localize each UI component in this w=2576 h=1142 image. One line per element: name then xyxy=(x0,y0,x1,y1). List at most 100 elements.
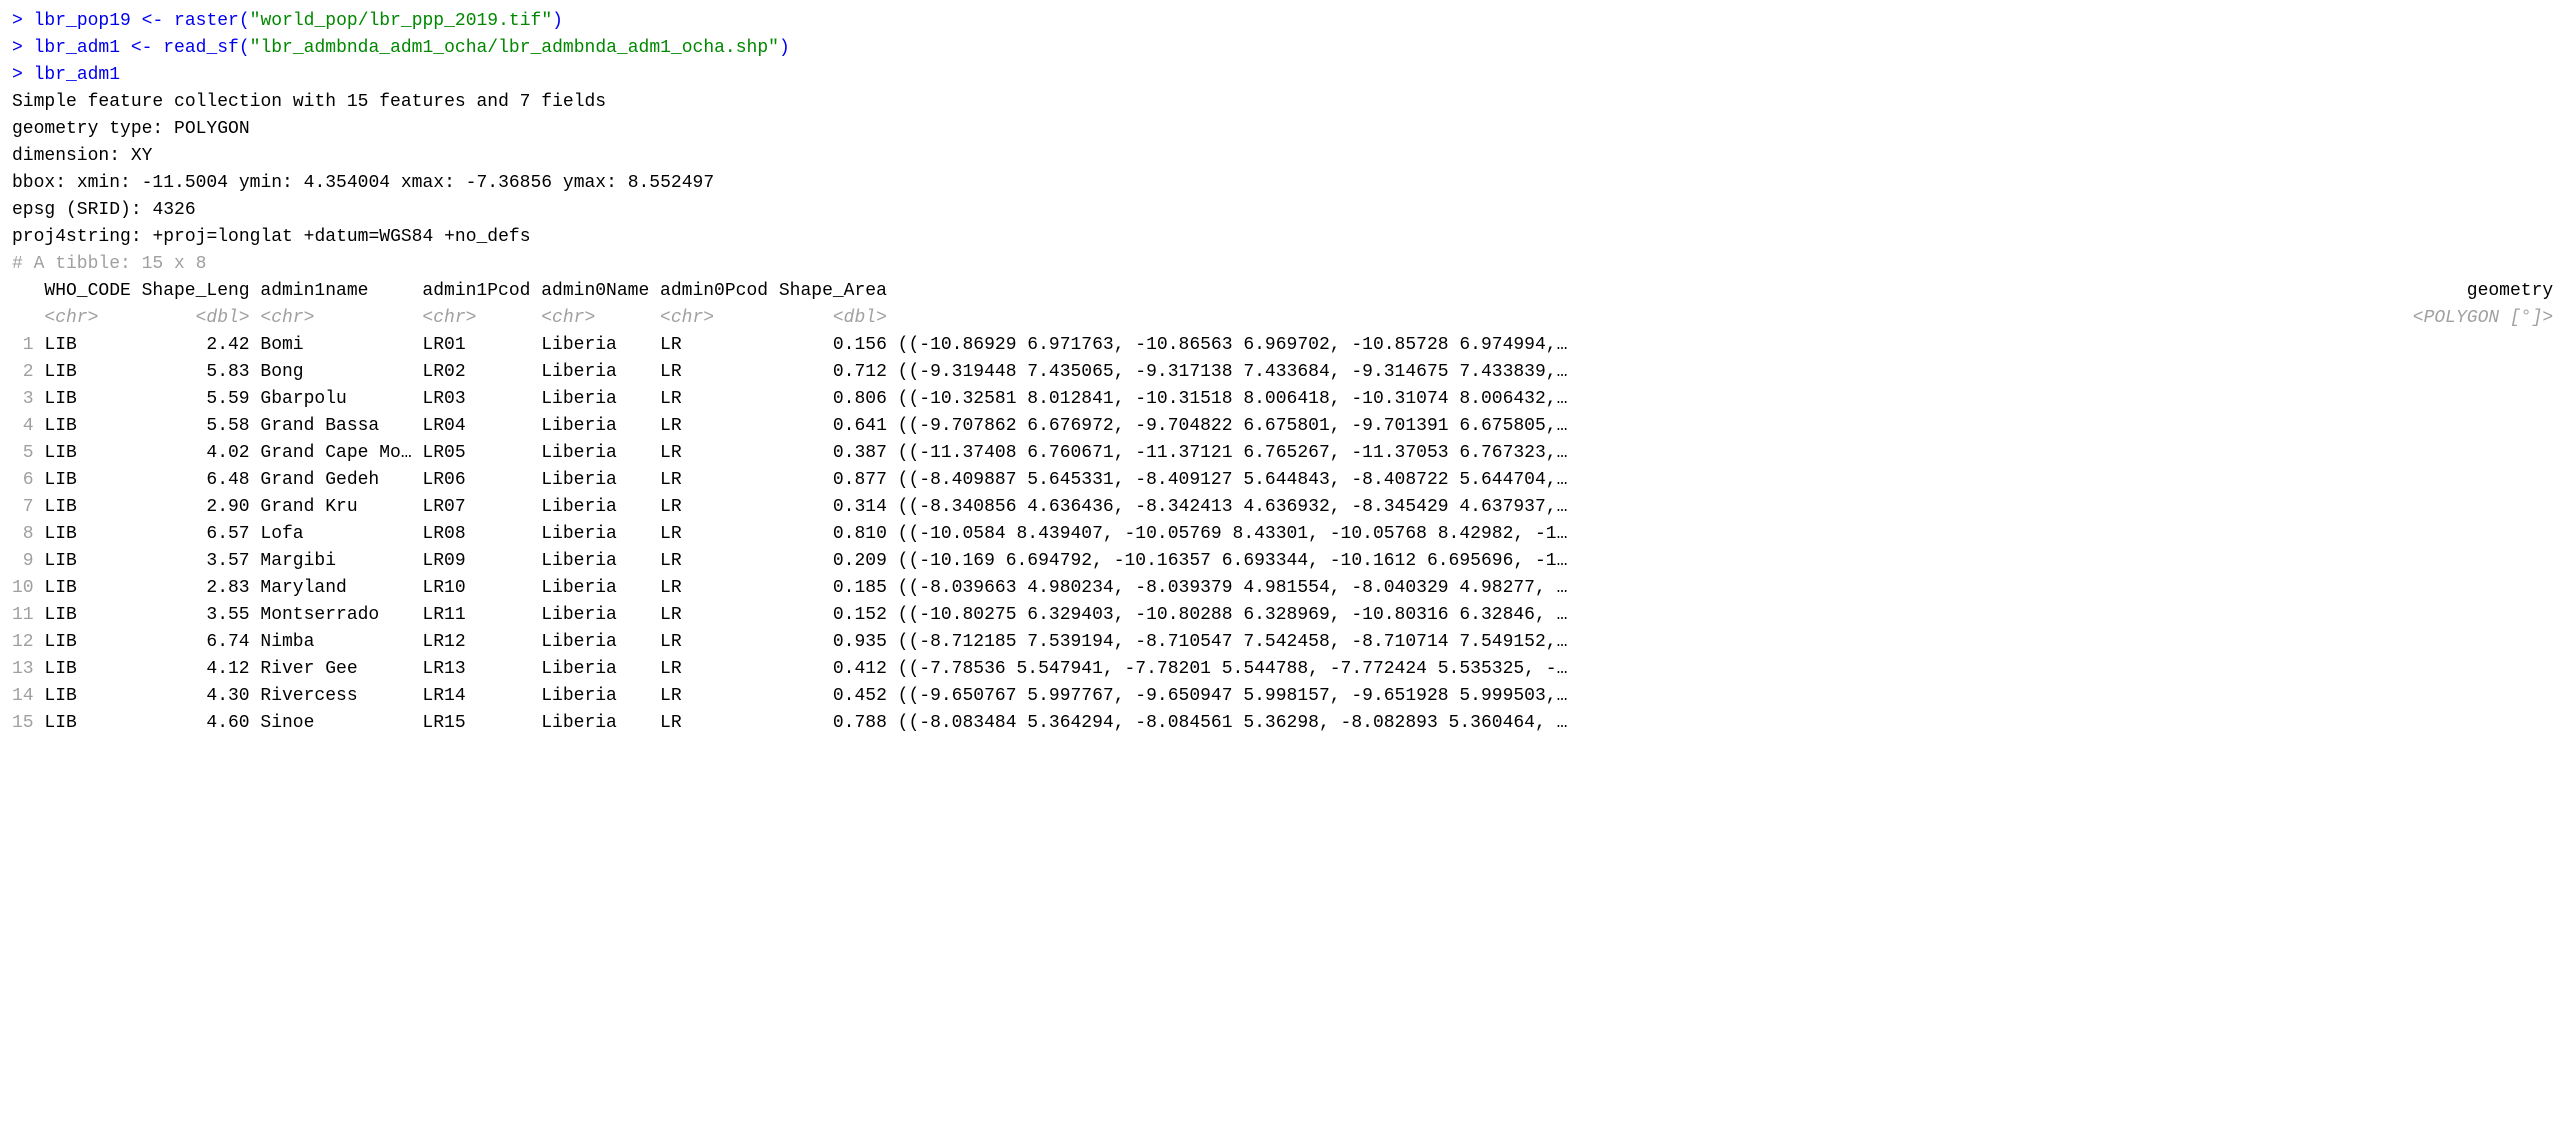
col-header-area: Shape_Area xyxy=(779,278,898,305)
cell-shape-area: 0.209 xyxy=(779,548,898,575)
cell-shape-area: 0.877 xyxy=(779,467,898,494)
console-line-2: > lbr_adm1 <- read_sf("lbr_admbnda_adm1_… xyxy=(12,35,2564,62)
cell-shape-leng: 6.57 xyxy=(142,521,261,548)
col-header-admin0: admin0Name xyxy=(541,278,660,305)
cell-shape-area: 0.156 xyxy=(779,332,898,359)
cell-admin1-name: Nimba xyxy=(260,629,422,656)
table-row: 8LIB6.57LofaLR08LiberiaLR0.810((-10.0584… xyxy=(12,521,2564,548)
cell-admin0-name: Liberia xyxy=(541,710,660,737)
cell-geometry: ((-8.409887 5.645331, -8.409127 5.644843… xyxy=(898,467,2564,494)
cell-admin1-name: Bong xyxy=(260,359,422,386)
cell-shape-area: 0.452 xyxy=(779,683,898,710)
cell-shape-leng: 2.83 xyxy=(142,575,261,602)
table-row: 15LIB4.60SinoeLR15LiberiaLR0.788((-8.083… xyxy=(12,710,2564,737)
row-number-spacer xyxy=(12,278,34,305)
cell-admin1-name: Margibi xyxy=(260,548,422,575)
cell-admin0-name: Liberia xyxy=(541,467,660,494)
cell-admin0-pcod: LR xyxy=(660,359,779,386)
cell-geometry: ((-7.78536 5.547941, -7.78201 5.544788, … xyxy=(898,656,2564,683)
cell-shape-leng: 2.42 xyxy=(142,332,261,359)
cell-who-code: LIB xyxy=(44,413,141,440)
table-row: 6LIB6.48Grand GedehLR06LiberiaLR0.877((-… xyxy=(12,467,2564,494)
cell-who-code: LIB xyxy=(44,548,141,575)
cell-geometry: ((-8.083484 5.364294, -8.084561 5.36298,… xyxy=(898,710,2564,737)
cell-shape-leng: 2.90 xyxy=(142,494,261,521)
prompt-symbol: > xyxy=(12,38,34,58)
tibble-type-row: <chr> <dbl> <chr> <chr> <chr> <chr> <dbl… xyxy=(12,305,2564,332)
row-number: 12 xyxy=(12,629,34,656)
cell-admin0-name: Liberia xyxy=(541,575,660,602)
table-row: 9LIB3.57MargibiLR09LiberiaLR0.209((-10.1… xyxy=(12,548,2564,575)
cell-who-code: LIB xyxy=(44,683,141,710)
table-row: 13LIB4.12River GeeLR13LiberiaLR0.412((-7… xyxy=(12,656,2564,683)
row-number: 10 xyxy=(12,575,34,602)
cell-shape-area: 0.641 xyxy=(779,413,898,440)
cell-who-code: LIB xyxy=(44,494,141,521)
cell-admin0-pcod: LR xyxy=(660,494,779,521)
cell-shape-leng: 6.74 xyxy=(142,629,261,656)
cell-who-code: LIB xyxy=(44,386,141,413)
console-line-3: > lbr_adm1 xyxy=(12,62,2564,89)
cell-admin0-name: Liberia xyxy=(541,440,660,467)
table-row: 4LIB5.58Grand BassaLR04LiberiaLR0.641((-… xyxy=(12,413,2564,440)
r-console-output[interactable]: > lbr_pop19 <- raster("world_pop/lbr_ppp… xyxy=(12,8,2564,737)
cell-admin0-name: Liberia xyxy=(541,656,660,683)
col-type-admin0: <chr> xyxy=(541,305,660,332)
cell-admin1-pcod: LR14 xyxy=(422,683,541,710)
col-type-pcod1: <chr> xyxy=(422,305,541,332)
cell-who-code: LIB xyxy=(44,629,141,656)
cell-who-code: LIB xyxy=(44,656,141,683)
cell-admin1-pcod: LR05 xyxy=(422,440,541,467)
cell-shape-area: 0.314 xyxy=(779,494,898,521)
cell-who-code: LIB xyxy=(44,440,141,467)
row-number: 3 xyxy=(12,386,34,413)
cell-geometry: ((-11.37408 6.760671, -11.37121 6.765267… xyxy=(898,440,2564,467)
cell-admin1-name: Bomi xyxy=(260,332,422,359)
cell-admin0-pcod: LR xyxy=(660,386,779,413)
cell-shape-area: 0.712 xyxy=(779,359,898,386)
cell-shape-area: 0.185 xyxy=(779,575,898,602)
row-number: 15 xyxy=(12,710,34,737)
cell-shape-area: 0.806 xyxy=(779,386,898,413)
cell-admin0-name: Liberia xyxy=(541,602,660,629)
cell-admin0-pcod: LR xyxy=(660,440,779,467)
cell-admin1-pcod: LR10 xyxy=(422,575,541,602)
row-number: 14 xyxy=(12,683,34,710)
cell-admin0-name: Liberia xyxy=(541,683,660,710)
row-number: 8 xyxy=(12,521,34,548)
table-row: 7LIB2.90Grand KruLR07LiberiaLR0.314((-8.… xyxy=(12,494,2564,521)
cell-admin0-name: Liberia xyxy=(541,413,660,440)
cell-admin0-name: Liberia xyxy=(541,332,660,359)
cell-shape-leng: 4.02 xyxy=(142,440,261,467)
cell-geometry: ((-10.0584 8.439407, -10.05769 8.43301, … xyxy=(898,521,2564,548)
col-type-geom: <POLYGON [°]> xyxy=(898,305,2564,332)
col-header-geom: geometry xyxy=(898,278,2564,305)
sf-epsg: epsg (SRID): 4326 xyxy=(12,197,2564,224)
row-number: 6 xyxy=(12,467,34,494)
table-row: 12LIB6.74NimbaLR12LiberiaLR0.935((-8.712… xyxy=(12,629,2564,656)
col-header-leng: Shape_Leng xyxy=(142,278,261,305)
sf-summary-line: Simple feature collection with 15 featur… xyxy=(12,89,2564,116)
cell-admin1-name: Montserrado xyxy=(260,602,422,629)
cell-admin1-pcod: LR11 xyxy=(422,602,541,629)
cell-shape-area: 0.935 xyxy=(779,629,898,656)
cell-who-code: LIB xyxy=(44,521,141,548)
cell-admin1-pcod: LR09 xyxy=(422,548,541,575)
cell-geometry: ((-10.32581 8.012841, -10.31518 8.006418… xyxy=(898,386,2564,413)
table-row: 5LIB4.02Grand Cape Mo…LR05LiberiaLR0.387… xyxy=(12,440,2564,467)
cell-shape-area: 0.810 xyxy=(779,521,898,548)
cell-shape-area: 0.387 xyxy=(779,440,898,467)
cell-shape-leng: 3.57 xyxy=(142,548,261,575)
table-row: 3LIB5.59GbarpoluLR03LiberiaLR0.806((-10.… xyxy=(12,386,2564,413)
col-type-leng: <dbl> xyxy=(142,305,261,332)
tibble-body: 1LIB2.42BomiLR01LiberiaLR0.156((-10.8692… xyxy=(12,332,2564,737)
cell-shape-leng: 6.48 xyxy=(142,467,261,494)
cell-admin1-pcod: LR02 xyxy=(422,359,541,386)
cell-admin1-name: Lofa xyxy=(260,521,422,548)
prompt-symbol: > xyxy=(12,11,34,31)
cell-admin0-name: Liberia xyxy=(541,494,660,521)
cell-shape-leng: 4.30 xyxy=(142,683,261,710)
sf-dimension: dimension: XY xyxy=(12,143,2564,170)
tibble-dim-comment: # A tibble: 15 x 8 xyxy=(12,251,2564,278)
col-header-name: admin1name xyxy=(260,278,422,305)
